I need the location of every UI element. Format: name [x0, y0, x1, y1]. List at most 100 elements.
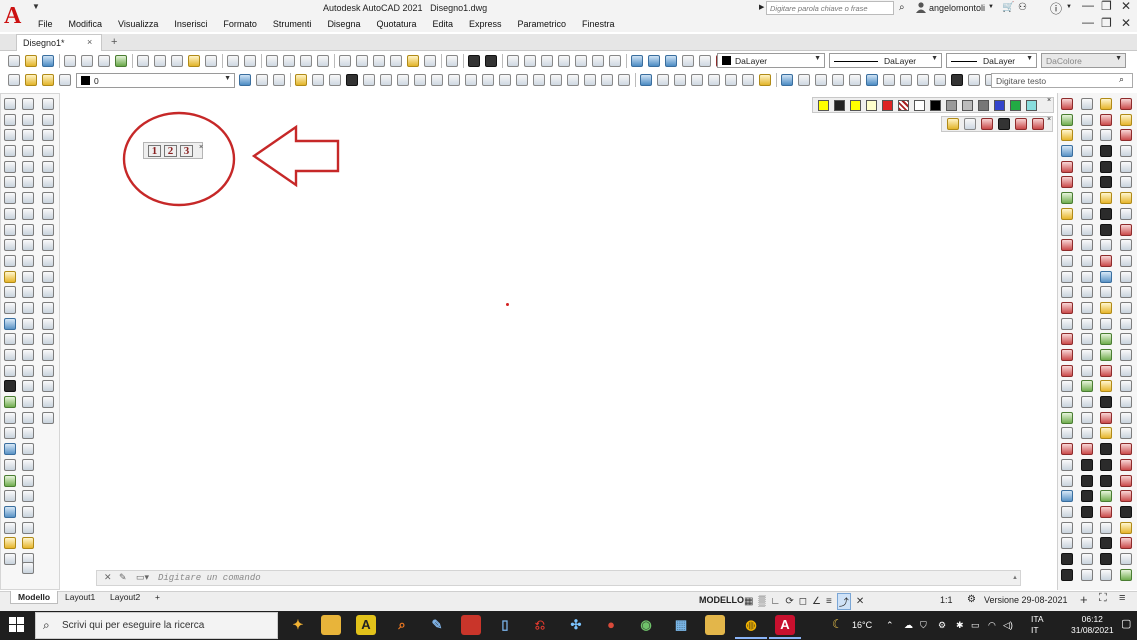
gear-tray-icon[interactable]: ⚙: [938, 620, 946, 631]
tool-r1-19[interactable]: [1061, 380, 1073, 393]
search-icon[interactable]: ⌕: [1119, 74, 1124, 85]
splinedit-tool[interactable]: [22, 396, 34, 409]
notes-app-icon[interactable]: ✎: [427, 615, 447, 635]
secondary-toolbar-close-icon[interactable]: ×: [1047, 116, 1051, 123]
polygon-tool[interactable]: [4, 145, 16, 158]
tool-r3-28[interactable]: [1100, 521, 1112, 534]
redo-icon[interactable]: [244, 55, 256, 67]
quick-access-dropdown-icon[interactable]: ▼: [32, 2, 40, 11]
scale-icon[interactable]: [465, 74, 477, 86]
dim-radius-tool[interactable]: [42, 160, 54, 173]
polyline-tool[interactable]: [4, 129, 16, 142]
lineweight-dropdown[interactable]: DaLayer ▼: [946, 53, 1037, 68]
tool-r1-16[interactable]: [1061, 333, 1073, 346]
grid-icon[interactable]: ▦: [744, 596, 753, 607]
tool-r3-11[interactable]: [1100, 254, 1112, 267]
text-search-input[interactable]: Digitare testo: [991, 73, 1133, 88]
materials-icon[interactable]: [665, 55, 677, 67]
dim-baseline-tool[interactable]: [42, 239, 54, 252]
tool-r4-12[interactable]: [1120, 270, 1132, 283]
help-icon[interactable]: ⓘ: [1050, 0, 1062, 17]
add-selected-tool[interactable]: [4, 396, 16, 409]
tool-r1-23[interactable]: [1061, 443, 1073, 456]
tool-r3-13[interactable]: [1100, 286, 1112, 299]
layer-dropdown[interactable]: 0 ▼: [76, 73, 235, 88]
dim-aligned-tool[interactable]: [42, 113, 54, 126]
tool-r1-17[interactable]: [1061, 349, 1073, 361]
close-icon[interactable]: ✕: [1121, 0, 1131, 13]
dim-break-tool[interactable]: [42, 286, 54, 299]
dist-icon[interactable]: [798, 74, 810, 86]
layer-iso-icon[interactable]: [558, 55, 570, 67]
justify-text-tool[interactable]: [4, 505, 16, 518]
tool-r1-4[interactable]: [1061, 145, 1073, 158]
new-file-icon[interactable]: [8, 55, 20, 67]
tool-r3-23[interactable]: [1100, 443, 1112, 456]
tool-r1-6[interactable]: [1061, 176, 1073, 189]
tool-r4-10[interactable]: [1120, 239, 1132, 252]
autocad-taskbar-icon[interactable]: A: [769, 615, 801, 639]
overkill-tool[interactable]: [22, 458, 34, 471]
linetype-dropdown[interactable]: DaLayer ▼: [829, 53, 942, 68]
flatten-tool[interactable]: [22, 505, 34, 518]
new-tab-button[interactable]: +: [111, 36, 117, 48]
tool-r1-5[interactable]: [1061, 160, 1073, 173]
lights-icon[interactable]: [682, 55, 694, 67]
color-swatch-black-2[interactable]: [930, 99, 941, 111]
region-icon[interactable]: [742, 74, 754, 86]
dim-style-tool[interactable]: [42, 411, 54, 424]
battery-icon[interactable]: ▭: [971, 620, 980, 631]
tool-r2-7[interactable]: [1081, 192, 1093, 205]
break-tool[interactable]: [22, 286, 34, 299]
tool-r1-1[interactable]: [1061, 98, 1073, 110]
tool-r4-25[interactable]: [1120, 474, 1132, 487]
autocad-logo[interactable]: A: [4, 3, 26, 29]
spline-tool[interactable]: [4, 223, 16, 236]
layer-manager-icon[interactable]: [8, 74, 20, 86]
tool-r3-31[interactable]: [1100, 568, 1112, 581]
system-clock[interactable]: 06:12 31/08/2021: [1071, 614, 1114, 636]
tool-r1-24[interactable]: [1061, 458, 1073, 471]
onedrive-icon[interactable]: ☁: [904, 620, 913, 631]
tool-r3-22[interactable]: [1100, 427, 1112, 440]
scale-tool[interactable]: [22, 207, 34, 220]
green-app-icon[interactable]: ◉: [636, 615, 656, 635]
tool-r4-8[interactable]: [1120, 207, 1132, 220]
tool-r2-8[interactable]: [1081, 207, 1093, 220]
volume-icon[interactable]: ◁): [1003, 620, 1013, 631]
camera-icon[interactable]: [981, 118, 993, 130]
color-swatch-cyan[interactable]: [1026, 99, 1037, 111]
draw-line-icon[interactable]: [295, 74, 307, 86]
tool-r3-29[interactable]: [1100, 537, 1112, 550]
dim-linear-tool[interactable]: [42, 98, 54, 110]
ellipse-tool[interactable]: [4, 239, 16, 252]
app-a-icon[interactable]: A: [356, 615, 376, 635]
divide-icon[interactable]: [708, 74, 720, 86]
tool-r3-14[interactable]: [1100, 301, 1112, 314]
tool-r4-6[interactable]: [1120, 176, 1132, 189]
dim-continue-tool[interactable]: [42, 254, 54, 267]
tool-r3-3[interactable]: [1100, 129, 1112, 142]
tool-r2-5[interactable]: [1081, 160, 1093, 173]
tool-r1-30[interactable]: [1061, 552, 1073, 565]
tool-r1-31[interactable]: [1061, 568, 1073, 581]
tool-r1-28[interactable]: [1061, 521, 1073, 534]
menu-visualizza[interactable]: Visualizza: [118, 19, 158, 31]
tolerance-tool[interactable]: [42, 301, 54, 314]
tool-r2-1[interactable]: [1081, 98, 1093, 110]
menu-quotatura[interactable]: Quotatura: [376, 19, 416, 31]
color-swatch-blue[interactable]: [994, 99, 1005, 111]
lightbulb-icon[interactable]: [25, 74, 37, 86]
user-name[interactable]: angelomontoli: [929, 3, 985, 13]
link-icon[interactable]: [1015, 118, 1027, 130]
tool-r3-4[interactable]: [1100, 145, 1112, 158]
toolbar-button-2[interactable]: 2: [164, 144, 177, 157]
tool-r2-18[interactable]: [1081, 364, 1093, 377]
fillet-icon[interactable]: [584, 74, 596, 86]
tool-r3-6[interactable]: [1100, 176, 1112, 189]
tool-r2-13[interactable]: [1081, 286, 1093, 299]
join-icon[interactable]: [550, 74, 562, 86]
drawing-canvas[interactable]: [60, 90, 1055, 590]
plus-icon[interactable]: +: [1080, 592, 1088, 607]
tool-r4-14[interactable]: [1120, 301, 1132, 314]
